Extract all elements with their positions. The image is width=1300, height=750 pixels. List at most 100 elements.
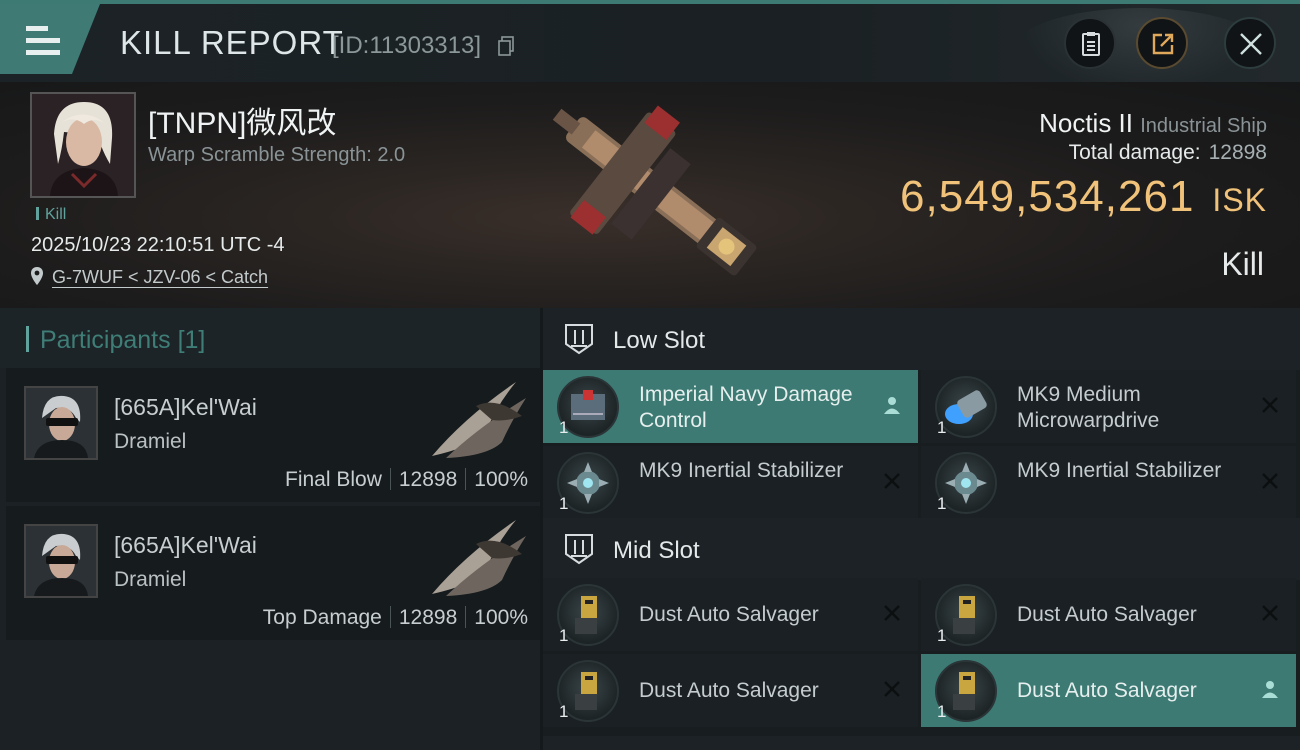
share-icon xyxy=(1152,33,1174,55)
isk-value: 6,549,534,261 xyxy=(900,172,1195,221)
module-quantity: 1 xyxy=(559,418,569,437)
participants-panel: Participants [1] [665A]Kel'Wai Dramiel F… xyxy=(0,308,540,750)
ship-name[interactable]: Noctis II xyxy=(1039,108,1133,138)
participant-avatar-image xyxy=(26,388,96,458)
mid-slot-header: Mid Slot xyxy=(543,518,1300,580)
module-item[interactable]: 1 MK9 Inertial Stabilizer xyxy=(921,446,1296,519)
participants-header: Participants [1] xyxy=(0,308,540,368)
participant-avatar[interactable] xyxy=(24,386,98,460)
participants-count: [1] xyxy=(177,326,206,354)
next-slot-header-partial xyxy=(543,736,1300,750)
low-slot-title: Low Slot xyxy=(613,327,706,354)
location-link[interactable]: G-7WUF < JZV-06 < Catch xyxy=(52,267,268,287)
x-icon xyxy=(1262,605,1278,621)
ship-image xyxy=(552,105,757,276)
divider xyxy=(389,468,391,490)
module-name: Dust Auto Salvager xyxy=(1017,603,1197,626)
victim-name[interactable]: [TNPN]微风改 xyxy=(148,98,336,142)
participant-ship: Dramiel xyxy=(114,430,187,453)
participant-avatar[interactable] xyxy=(24,524,98,598)
mid-slot-icon xyxy=(565,534,593,565)
clipboard-button[interactable] xyxy=(1064,17,1116,69)
module-name: Dust Auto Salvager xyxy=(639,603,819,626)
module-item[interactable]: 1 MK9 Inertial Stabilizer xyxy=(543,446,918,519)
total-damage-line: Total damage: 12898 xyxy=(1069,141,1267,165)
participant-stats: Top Damage 12898 100% xyxy=(263,606,528,630)
clipboard-icon xyxy=(1082,32,1100,56)
x-icon xyxy=(884,605,900,621)
participant-role: Final Blow xyxy=(285,468,382,491)
module-quantity: 1 xyxy=(559,702,569,721)
kill-location[interactable]: G-7WUF < JZV-06 < Catch xyxy=(30,266,268,288)
x-icon xyxy=(1262,473,1278,489)
participant-ship-image xyxy=(432,382,526,458)
total-damage-value: 12898 xyxy=(1208,141,1267,164)
module-item[interactable]: 1 MK9 Medium Microwarpdrive xyxy=(921,370,1296,443)
x-icon xyxy=(884,473,900,489)
low-slot-header: Low Slot xyxy=(543,308,1300,370)
module-item[interactable]: 1 Imperial Navy Damage Control xyxy=(543,370,918,443)
participant-stats: Final Blow 12898 100% xyxy=(285,468,528,492)
copy-icon[interactable] xyxy=(498,36,514,56)
participant-name[interactable]: [665A]Kel'Wai xyxy=(114,532,257,559)
person-icon xyxy=(884,397,900,414)
module-quantity: 1 xyxy=(937,418,947,437)
participants-label: Participants xyxy=(40,326,171,354)
module-quantity: 1 xyxy=(559,626,569,645)
participant-damage: 12898 xyxy=(398,468,458,491)
participant-percent: 100% xyxy=(474,606,528,629)
victim-portrait[interactable] xyxy=(30,92,136,198)
divider xyxy=(389,606,391,628)
low-slot-icon xyxy=(565,324,593,355)
close-button[interactable] xyxy=(1224,17,1276,69)
participants-title: Participants [1] xyxy=(40,326,205,355)
module-item[interactable]: 1 Dust Auto Salvager xyxy=(543,654,918,727)
kill-datetime: 2025/10/23 22:10:51 UTC -4 xyxy=(31,234,285,256)
page-title: KILL REPORT xyxy=(120,24,344,61)
module-quantity: 1 xyxy=(559,494,569,513)
module-name: MK9 Inertial Stabilizer xyxy=(1017,459,1222,482)
victim-avatar-image xyxy=(32,94,134,196)
module-name: MK9 Inertial Stabilizer xyxy=(639,459,844,482)
x-icon xyxy=(1262,397,1278,413)
kill-type-tag: Kill xyxy=(36,206,66,224)
participant-card[interactable]: [665A]Kel'Wai Dramiel Top Damage 12898 100… xyxy=(6,506,540,640)
module-name: MK9 Medium Microwarpdrive xyxy=(1017,383,1160,432)
module-name: Imperial Navy Damage Control xyxy=(639,383,853,432)
hamburger-icon xyxy=(26,26,64,56)
participant-percent: 100% xyxy=(474,468,528,491)
module-quantity: 1 xyxy=(937,702,947,721)
location-pin-icon xyxy=(31,267,43,285)
participant-avatar-image xyxy=(26,526,96,596)
total-damage-label: Total damage: xyxy=(1068,141,1201,164)
mid-slot-title: Mid Slot xyxy=(613,537,700,564)
participant-ship-image xyxy=(432,520,526,596)
ship-name-line: Noctis II Industrial Ship xyxy=(1039,108,1267,139)
divider xyxy=(465,606,467,628)
participant-name[interactable]: [665A]Kel'Wai xyxy=(114,394,257,421)
x-icon xyxy=(884,681,900,697)
share-button[interactable] xyxy=(1136,17,1188,69)
person-icon xyxy=(1262,681,1278,698)
module-name: Dust Auto Salvager xyxy=(639,679,819,702)
divider xyxy=(465,468,467,490)
module-quantity: 1 xyxy=(937,494,947,513)
module-name: Dust Auto Salvager xyxy=(1017,679,1197,702)
isk-value-line: 6,549,534,261 ISK xyxy=(900,172,1267,222)
fitting-panel: Low Slot 1 Imperial Navy Damage Control … xyxy=(543,308,1300,750)
module-item[interactable]: 1 Dust Auto Salvager xyxy=(921,654,1296,727)
participant-ship: Dramiel xyxy=(114,568,187,591)
ship-class: Industrial Ship xyxy=(1140,115,1267,137)
module-quantity: 1 xyxy=(937,626,947,645)
participant-damage: 12898 xyxy=(398,606,458,629)
participants-accent-bar xyxy=(26,326,29,352)
isk-unit: ISK xyxy=(1212,182,1267,218)
module-item[interactable]: 1 Dust Auto Salvager xyxy=(921,578,1296,651)
module-item[interactable]: 1 Dust Auto Salvager xyxy=(543,578,918,651)
report-id: [ID:11303313] xyxy=(332,32,482,59)
close-icon xyxy=(1240,33,1262,55)
participant-card[interactable]: [665A]Kel'Wai Dramiel Final Blow 12898 100… xyxy=(6,368,540,502)
participant-role: Top Damage xyxy=(262,606,382,629)
warp-scramble-strength: Warp Scramble Strength: 2.0 xyxy=(148,144,406,166)
kill-result-label: Kill xyxy=(1221,246,1264,282)
